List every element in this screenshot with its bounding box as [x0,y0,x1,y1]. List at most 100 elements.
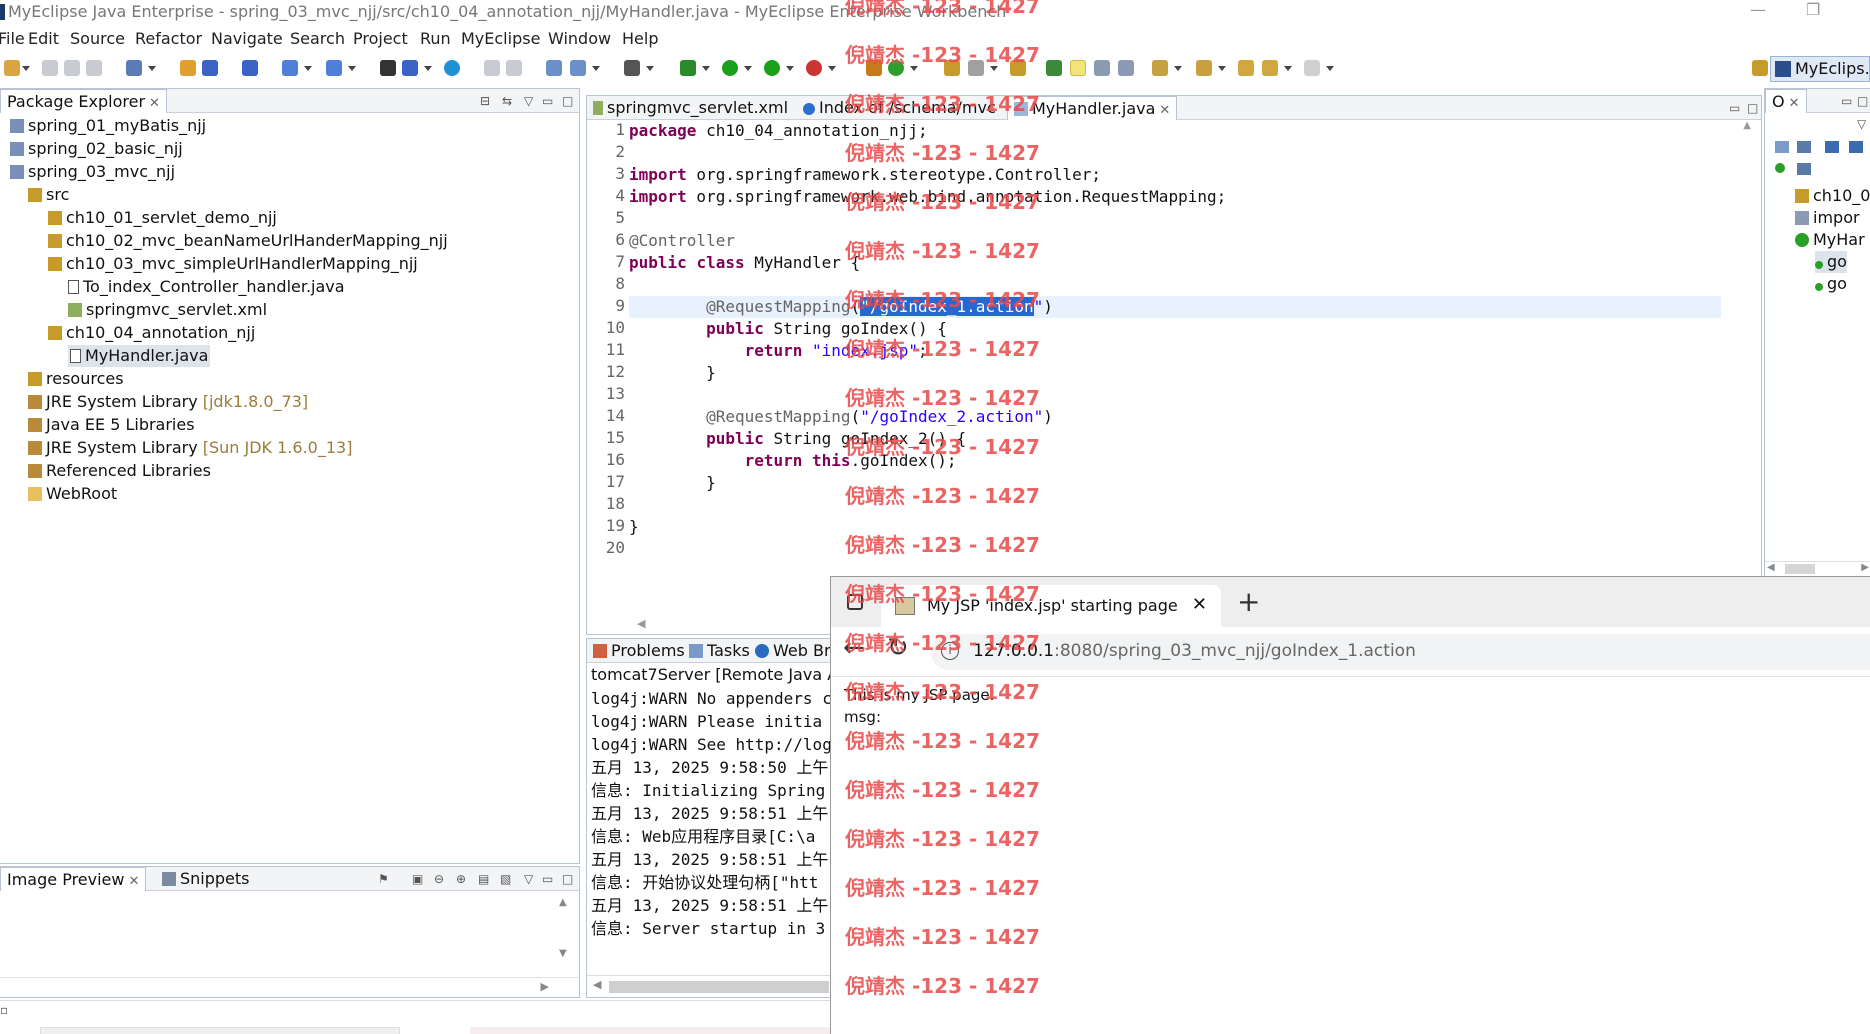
chevron-down-icon[interactable] [304,66,312,71]
last-edit-icon[interactable] [1238,60,1254,76]
close-icon[interactable]: ✕ [149,96,160,111]
maximize-icon[interactable]: □ [1747,101,1758,115]
block-selection-icon[interactable] [1094,60,1110,76]
chevron-down-icon[interactable] [646,66,654,71]
show-whitespace-icon[interactable] [1118,60,1134,76]
open-type-icon[interactable] [180,60,196,76]
tree-item[interactable]: ch10_04_annotation_njj [48,322,255,344]
view-menu-icon[interactable]: ▽ [524,872,533,886]
horizontal-scrollbar[interactable]: ◀ ▶ [1765,561,1870,577]
actual-size-icon[interactable]: ▤ [478,872,489,886]
pin-icon[interactable] [1046,60,1062,76]
chevron-down-icon[interactable] [148,66,156,71]
tree-item[interactable]: ch10_02_mvc_beanNameUrlHanderMapping_njj [48,230,448,252]
scroll-up-icon[interactable]: ▲ [1743,120,1751,131]
menu-refactor[interactable]: Refactor [135,29,202,48]
close-icon[interactable]: ✕ [1789,96,1800,111]
menu-search[interactable]: Search [290,29,345,48]
next-annotation-icon[interactable] [1152,60,1168,76]
hide-static-icon[interactable] [1849,141,1863,153]
link-editor-icon[interactable]: ⇆ [502,94,512,108]
open-perspective-icon[interactable] [1752,60,1768,76]
menu-edit[interactable]: Edit [28,29,59,48]
layout-icon[interactable] [546,60,562,76]
tree-item[interactable]: spring_01_myBatis_njj [10,115,206,137]
sort-icon[interactable] [1797,141,1811,153]
minimize-icon[interactable]: ▭ [542,872,553,886]
close-icon[interactable]: ✕ [1159,103,1170,118]
console-output[interactable]: log4j:WARN No appenders c log4j:WARN Plea… [587,687,835,947]
new-wizard-icon[interactable] [126,60,142,76]
outline-item[interactable]: ch10_0 [1795,185,1870,207]
ui-icon[interactable] [624,60,640,76]
tree-item[interactable]: spring_03_mvc_njj [10,161,175,183]
minimize-icon[interactable]: — [1750,0,1766,19]
view-menu-icon[interactable]: ▽ [524,94,533,108]
fit-icon[interactable]: ▣ [412,872,423,886]
collapse-all-icon[interactable] [1775,141,1789,153]
menu-source[interactable]: Source [70,29,125,48]
chevron-down-icon[interactable] [22,66,30,71]
view-menu-icon[interactable]: ▽ [1857,117,1866,131]
pin-icon[interactable]: ⚑ [378,872,389,886]
chevron-down-icon[interactable] [1326,66,1334,71]
tree-item[interactable]: resources [28,368,124,390]
tree-item[interactable]: WebRoot [28,483,117,505]
tree-item[interactable]: ch10_01_servlet_demo_njj [48,207,277,229]
minimize-icon[interactable]: ▭ [1729,101,1740,115]
chevron-down-icon[interactable] [1284,66,1292,71]
collapse-all-icon[interactable]: ⊟ [480,94,490,108]
coverage-icon[interactable] [764,60,780,76]
chevron-down-icon[interactable] [786,66,794,71]
tree-item[interactable]: Java EE 5 Libraries [28,414,195,436]
tab-tasks[interactable]: Tasks [683,639,756,663]
profile-icon[interactable] [806,60,822,76]
vertical-scrollbar[interactable]: ▲ ▼ [559,897,573,969]
close-icon[interactable]: ✕ [1192,594,1207,615]
minimize-icon[interactable]: ▭ [1841,94,1852,108]
tab-snippets[interactable]: Snippets [156,867,256,891]
tree-item[interactable]: springmvc_servlet.xml [68,299,267,321]
menu-navigate[interactable]: Navigate [211,29,283,48]
forward-icon[interactable] [1304,60,1320,76]
code-area[interactable]: package ch10_04_annotation_njj; import o… [629,120,1761,634]
external-tools-icon[interactable] [380,60,396,76]
menu-myeclipse[interactable]: MyEclipse [461,29,540,48]
chevron-down-icon[interactable] [424,66,432,71]
hide-fields-icon[interactable] [1825,141,1839,153]
zoom-in-icon[interactable]: ⊕ [456,872,466,886]
chevron-down-icon[interactable] [744,66,752,71]
outline-item[interactable]: MyHar [1795,229,1865,251]
scroll-left-icon[interactable]: ◀ [637,617,645,630]
menu-run[interactable]: Run [420,29,451,48]
save-all-icon[interactable] [64,60,80,76]
minimize-icon[interactable]: ▭ [542,94,553,108]
tab-springmvc-servlet-xml[interactable]: springmvc_servlet.xml [587,96,794,120]
chevron-down-icon[interactable] [1218,66,1226,71]
chevron-down-icon[interactable] [828,66,836,71]
menu-file[interactable]: File [0,29,25,48]
zoom-out-icon[interactable]: ⊖ [434,872,444,886]
deploy-icon[interactable] [282,60,298,76]
tree-item[interactable]: To_index_Controller_handler.java [68,276,345,298]
tree-item[interactable]: Referenced Libraries [28,460,211,482]
save-icon[interactable] [42,60,58,76]
prev-annotation-icon[interactable] [1196,60,1212,76]
tab-outline[interactable]: O ✕ [1765,89,1807,113]
tree-item[interactable]: ch10_03_mvc_simpleUrlHandlerMapping_njj [48,253,418,275]
chevron-down-icon[interactable] [702,66,710,71]
run-icon[interactable] [722,60,738,76]
tab-package-explorer[interactable]: Package Explorer ✕ [0,89,167,113]
highlight-icon[interactable] [1070,60,1086,76]
chevron-down-icon[interactable] [348,66,356,71]
maximize-icon[interactable]: □ [562,872,573,886]
menu-project[interactable]: Project [353,29,408,48]
fit-window-icon[interactable]: ▧ [500,872,511,886]
tree-item[interactable]: JRE System Library [jdk1.8.0_73] [28,391,308,413]
perspective-myeclipse[interactable]: MyEclips... [1770,56,1870,82]
hide-local-types-icon[interactable] [1797,163,1811,175]
tree-item[interactable]: MyHandler.java [68,345,211,367]
new-icon[interactable] [4,60,20,76]
tab-problems[interactable]: Problems [587,639,691,663]
tab-image-preview[interactable]: Image Preview ✕ [0,867,147,891]
